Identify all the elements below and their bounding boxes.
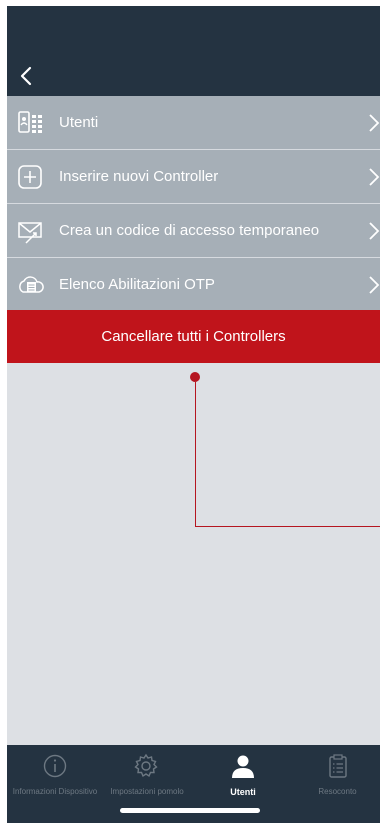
annotation-line (195, 382, 380, 527)
settings-menu: Utenti Inserire nuovi Controller Crea un… (7, 96, 380, 312)
chevron-right-icon (369, 168, 380, 186)
menu-item-utenti[interactable]: Utenti (7, 96, 380, 150)
tab-users[interactable]: Utenti (191, 745, 295, 805)
gear-icon (134, 753, 158, 778)
menu-item-otp-list[interactable]: Elenco Abilitazioni OTP (7, 258, 380, 312)
back-chevron-icon[interactable] (15, 64, 39, 88)
chevron-right-icon (369, 222, 380, 240)
chevron-right-icon (369, 114, 380, 132)
menu-item-add-controller[interactable]: Inserire nuovi Controller (7, 150, 380, 204)
cloud-list-icon (19, 276, 44, 293)
tab-report[interactable]: Resoconto (295, 745, 380, 805)
annotation-dot (190, 372, 200, 382)
envelope-send-icon (18, 222, 42, 244)
users-device-icon (18, 111, 42, 133)
menu-item-label: Inserire nuovi Controller (59, 168, 219, 185)
delete-all-controllers-button[interactable]: Cancellare tutti i Controllers (7, 310, 380, 363)
menu-item-label: Elenco Abilitazioni OTP (59, 276, 215, 293)
tab-label: Utenti (230, 787, 256, 797)
home-indicator[interactable] (120, 808, 260, 813)
tab-label: Informazioni Dispositivo (12, 787, 98, 796)
tab-device-info[interactable]: Informazioni Dispositivo (7, 745, 103, 805)
menu-item-label: Crea un codice di accesso temporaneo (59, 222, 320, 239)
menu-item-temporary-code[interactable]: Crea un codice di accesso temporaneo (7, 204, 380, 258)
plus-square-icon (18, 165, 42, 189)
user-icon (232, 755, 254, 778)
tab-knob-settings[interactable]: Impostazioni pomolo (103, 745, 191, 805)
chevron-right-icon (369, 276, 380, 294)
tab-label: Impostazioni pomolo (110, 787, 184, 796)
menu-item-label: Utenti (59, 114, 99, 131)
clipboard-icon (329, 754, 347, 778)
info-circle-icon (43, 754, 67, 778)
tab-label: Resoconto (318, 787, 357, 796)
top-bar (7, 6, 380, 96)
screen: Utenti Inserire nuovi Controller Crea un… (7, 6, 380, 823)
